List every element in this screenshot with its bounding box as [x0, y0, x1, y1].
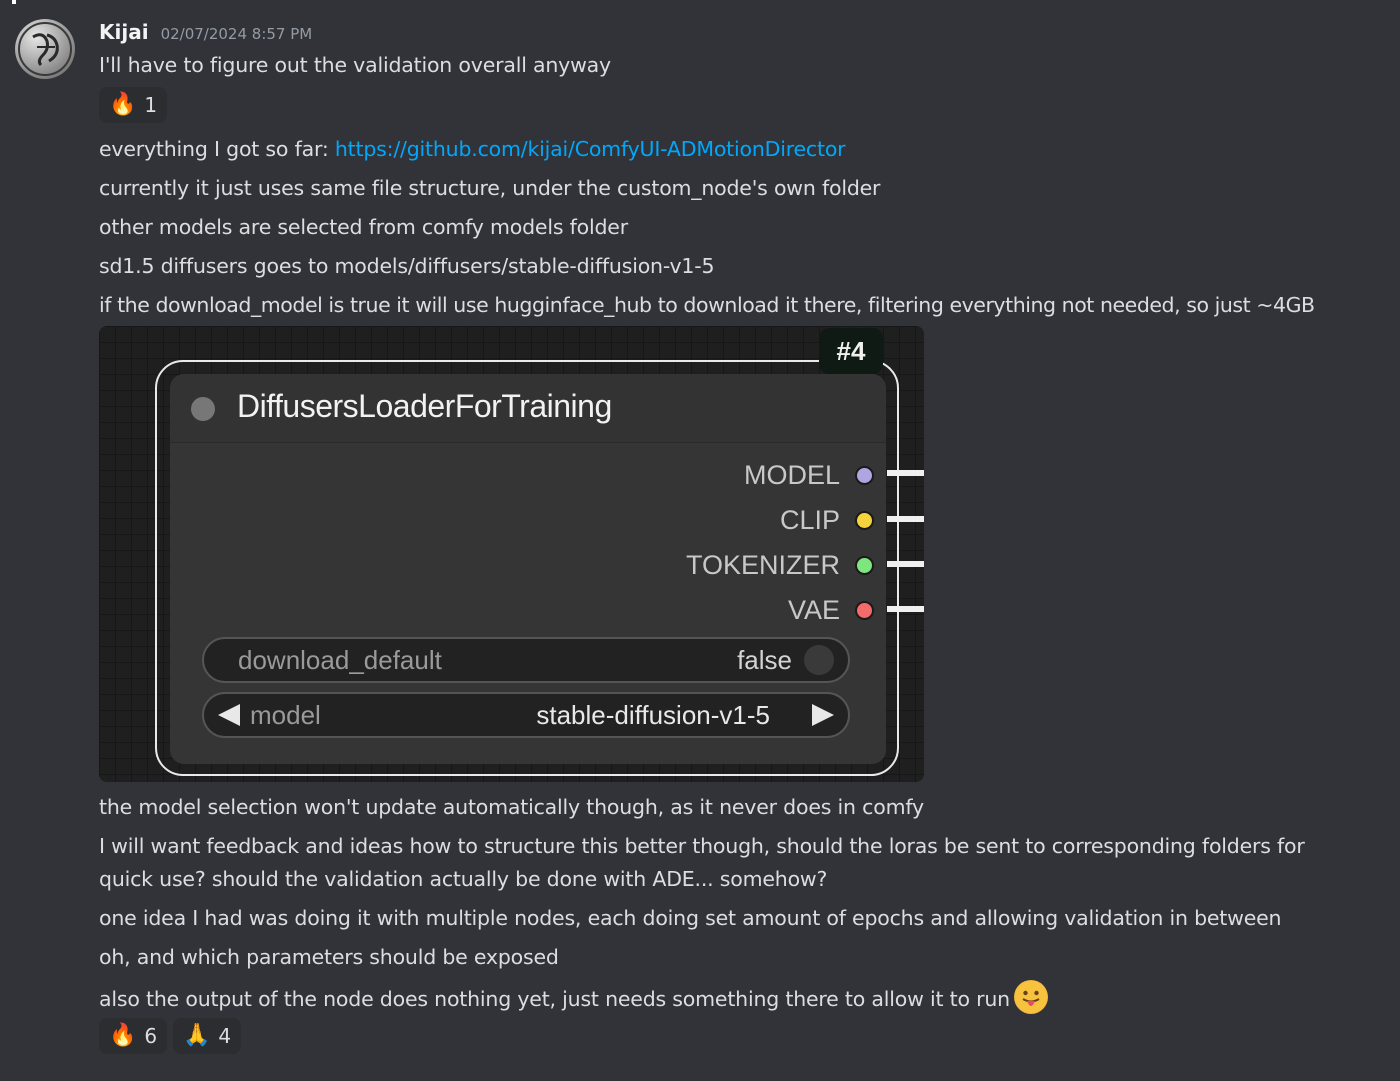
message-line: also the output of the node does nothing… [99, 980, 1048, 1016]
node-output-tokenizer: TOKENIZER [170, 550, 886, 580]
node-collapse-dot-icon [191, 397, 215, 421]
message-text: also the output of the node does nothing… [99, 987, 1010, 1011]
message-line: sd1.5 diffusers goes to models/diffusers… [99, 254, 715, 278]
output-wire [887, 561, 924, 567]
message-line: everything I got so far: https://github.… [99, 133, 846, 166]
fire-emoji-icon: 🔥 [109, 92, 137, 117]
output-wire [887, 606, 924, 612]
output-wire [887, 516, 924, 522]
reaction-count: 1 [144, 93, 158, 117]
message-line: I will want feedback and ideas how to st… [99, 834, 1305, 858]
attachment-image[interactable]: #4 DiffusersLoaderForTraining MODEL CLIP… [99, 326, 924, 782]
widget-label: model [250, 700, 321, 730]
toggle-knob-icon [804, 645, 834, 675]
node-output-model: MODEL [170, 460, 886, 490]
output-socket-icon [855, 466, 874, 485]
cursor-mark [12, 0, 16, 4]
node-title: DiffusersLoaderForTraining [237, 388, 612, 424]
reaction-fire[interactable]: 🔥 1 [99, 87, 168, 123]
message-line: other models are selected from comfy mod… [99, 215, 628, 239]
pray-emoji-icon: 🙏 [183, 1023, 211, 1048]
avatar-logo-icon [18, 22, 72, 76]
message-line: one idea I had was doing it with multipl… [99, 906, 1282, 930]
reaction-count: 6 [144, 1024, 158, 1048]
message-line: if the download_model is true it will us… [99, 293, 1315, 317]
stuck-out-tongue-emoji-icon[interactable] [1013, 980, 1048, 1014]
arrow-right-icon [812, 704, 834, 726]
widget-value: stable-diffusion-v1-5 [536, 700, 770, 730]
output-label: CLIP [779, 505, 840, 535]
output-socket-icon [855, 601, 874, 620]
download-default-toggle: download_default false [202, 637, 850, 683]
output-label: TOKENIZER [685, 550, 840, 580]
reaction-pray[interactable]: 🙏 4 [173, 1018, 242, 1054]
node-output-clip: CLIP [170, 505, 886, 535]
output-label: VAE [787, 595, 840, 625]
link-prefix: everything I got so far: [99, 137, 335, 161]
fire-emoji-icon: 🔥 [109, 1023, 137, 1048]
message-line: quick use? should the validation actuall… [99, 867, 828, 891]
message-line: I'll have to figure out the validation o… [99, 53, 611, 77]
model-combo-widget: model stable-diffusion-v1-5 [202, 692, 850, 738]
reaction-fire[interactable]: 🔥 6 [99, 1018, 168, 1054]
node-id-badge: #4 [819, 328, 883, 374]
output-socket-icon [855, 556, 874, 575]
username[interactable]: Kijai [99, 20, 149, 44]
output-socket-icon [855, 511, 874, 530]
output-label: MODEL [743, 460, 840, 490]
message-line: currently it just uses same file structu… [99, 176, 881, 200]
widget-value: false [737, 645, 792, 675]
reaction-count: 4 [218, 1024, 232, 1048]
message-line: the model selection won't update automat… [99, 795, 924, 819]
github-link[interactable]: https://github.com/kijai/ComfyUI-ADMotio… [335, 137, 846, 161]
widget-label: download_default [238, 645, 442, 675]
node-output-vae: VAE [170, 595, 886, 625]
chat-message: Kijai 02/07/2024 8:57 PM I'll have to fi… [0, 0, 1400, 1081]
avatar[interactable] [15, 19, 75, 79]
timestamp[interactable]: 02/07/2024 8:57 PM [161, 25, 313, 43]
message-line: oh, and which parameters should be expos… [99, 945, 559, 969]
message-header: Kijai 02/07/2024 8:57 PM [99, 20, 312, 48]
node-title-bar: DiffusersLoaderForTraining [170, 374, 886, 443]
arrow-left-icon [218, 704, 240, 726]
output-wire [887, 470, 924, 476]
